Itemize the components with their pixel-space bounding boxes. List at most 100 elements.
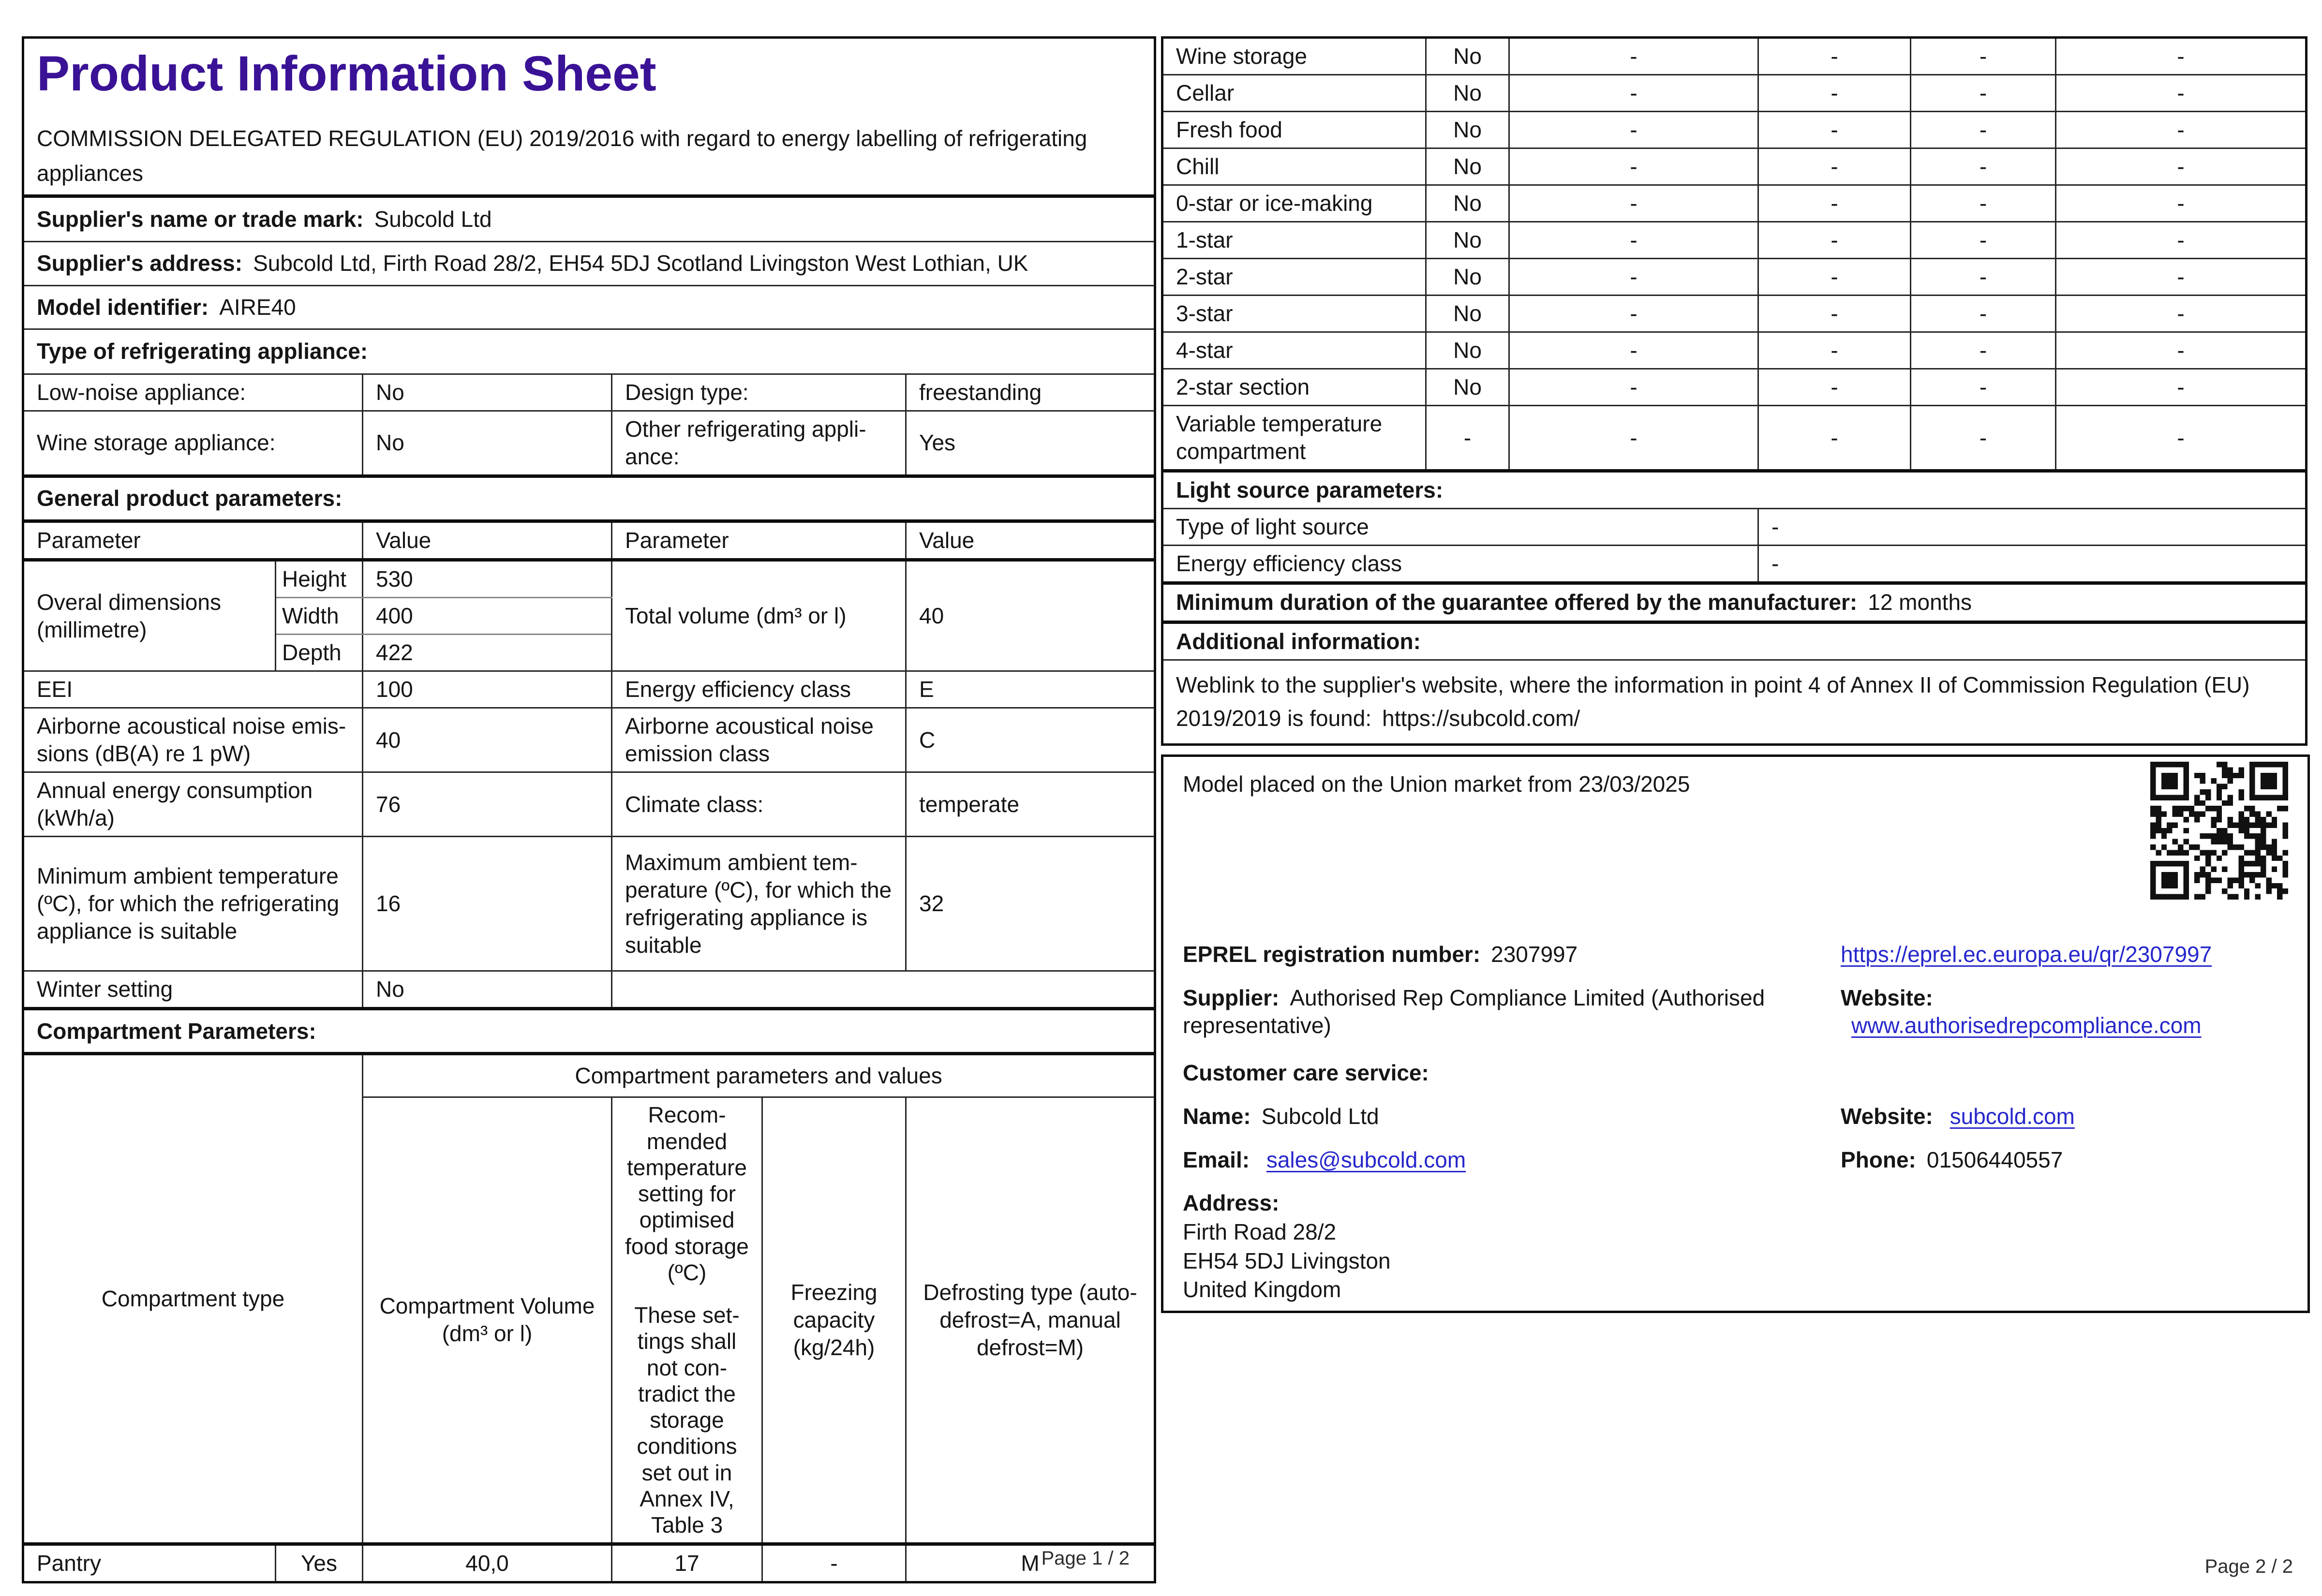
compartment-row-cell: -: [1757, 295, 1911, 333]
compartment-row-cell: -: [1508, 36, 1759, 76]
climate-class-value: temperate: [905, 771, 1156, 838]
col-header-parameter-1: Parameter: [22, 519, 363, 561]
dimensions-label: Overal dimensions (millimetre): [22, 558, 276, 672]
compartment-row-cell: -: [1910, 148, 2056, 186]
design-type-label: Design type:: [611, 373, 907, 412]
compartment-row-cell: -: [1508, 221, 1759, 260]
compartment-row-label: Variable temperature compartment: [1161, 405, 1427, 472]
noise-label: Airborne acoustical noise emis­sions (dB…: [22, 707, 363, 773]
compartment-row-label: Fresh food: [1161, 111, 1427, 149]
annual-energy-value: 76: [362, 771, 612, 838]
table-row: 1-star No - - - -: [1161, 221, 2307, 260]
compartment-row-cell: -: [2055, 184, 2307, 223]
freezing-capacity-header: Freezing capacity (kg/24h): [761, 1096, 907, 1545]
table-row: 4-star No - - - -: [1161, 331, 2307, 370]
design-type-value: freestanding: [905, 373, 1156, 412]
compartment-row-cell: -: [1910, 258, 2056, 296]
compartment-row-cell: -: [2055, 74, 2307, 113]
guarantee-row: Minimum duration of the guarantee offere…: [1161, 581, 2307, 623]
compartment-row-cell: -: [1910, 221, 2056, 260]
compartment-row-cell: No: [1425, 74, 1510, 113]
guarantee-value: 12 months: [1868, 590, 1972, 615]
supplier-name-value: Subcold Ltd: [374, 206, 492, 232]
compartment-row-cell: -: [1757, 184, 1911, 223]
model-identifier-label: Model identifier:: [37, 294, 209, 320]
compartment-row-cell: -: [1508, 74, 1759, 113]
compartment-row-cell: -: [1757, 74, 1911, 113]
min-ambient-value: 16: [362, 836, 612, 972]
qr-code-icon: [2150, 762, 2288, 900]
address-line: EH54 5DJ Livingston: [1183, 1248, 1391, 1273]
compartment-section-header: Compartment Parameters:: [22, 1007, 1156, 1055]
dimension-height-label: Height: [275, 558, 363, 599]
compartment-row-cell: -: [1508, 405, 1759, 472]
page-2-lower: Model placed on the Union market from 23…: [1161, 754, 2310, 1313]
other-appliance-label: Other refrigerating appli­ance:: [611, 410, 907, 477]
supplier-address-row: Supplier's address: Subcold Ltd, Firth Ro…: [22, 240, 1156, 286]
eprel-link[interactable]: https://eprel.ec.europa.eu/qr/2307997: [1841, 942, 2212, 967]
compartment-row-cell: -: [1757, 221, 1911, 260]
compartment-row-cell: -: [2055, 148, 2307, 186]
customer-care-header: Customer care service:: [1183, 1060, 1429, 1085]
table-row: 3-star No - - - -: [1161, 295, 2307, 333]
compartment-row-label: 1-star: [1161, 221, 1427, 260]
compartment-row-cell: -: [2055, 221, 2307, 260]
other-appliance-value: Yes: [905, 410, 1156, 477]
supplier-name-label: Supplier's name or trade mark:: [37, 206, 364, 232]
compartment-row-label: Cellar: [1161, 74, 1427, 113]
col-header-value-1: Value: [362, 519, 612, 561]
climate-class-label: Climate class:: [611, 771, 907, 838]
supplier-address-value: Subcold Ltd, Firth Road 28/2, EH54 5DJ S…: [253, 251, 1028, 276]
website1-link[interactable]: www.authorisedrepcompliance.com: [1851, 1013, 2202, 1038]
weblink-text: Weblink to the supplier's website, where…: [1176, 672, 2250, 731]
table-row: Variable temperature compartment - - - -…: [1161, 405, 2307, 472]
weblink-row: Weblink to the supplier's website, where…: [1161, 659, 2307, 745]
compartment-row-cell: -: [2055, 405, 2307, 472]
compartment-row-cell: -: [1508, 368, 1759, 407]
compartment-row-cell: -: [1757, 36, 1911, 76]
website2-link[interactable]: subcold.com: [1950, 1104, 2075, 1129]
compartment-type-header: Compartment type: [22, 1052, 363, 1545]
compartment-row-label: 2-star section: [1161, 368, 1427, 407]
page2-footer: Page 2 / 2: [2204, 1556, 2293, 1577]
supplier-row: Supplier: Authorised Rep Compliance Limit…: [1183, 984, 1841, 1039]
winter-setting-label: Winter setting: [22, 970, 363, 1010]
compartment-row-cell: No: [1425, 295, 1510, 333]
table-row: Wine storage No - - - -: [1161, 36, 2307, 76]
compartment-row-cell: -: [1757, 405, 1911, 472]
eei-label: EEI: [22, 670, 363, 709]
defrosting-type-header: Defrosting type (auto-defrost=A, manual …: [905, 1096, 1156, 1545]
compartment-row-label: 2-star: [1161, 258, 1427, 296]
supplier-name-row: Supplier's name or trade mark: Subcold Lt…: [22, 194, 1156, 242]
market-placed-text: Model placed on the Union market from 23…: [1183, 771, 1690, 797]
compartment-row-cell: No: [1425, 368, 1510, 407]
table-row: Fresh food No - - - -: [1161, 111, 2307, 149]
light-class-label: Energy efficiency class: [1161, 545, 1759, 584]
noise-class-value: C: [905, 707, 1156, 773]
compartment-row-cell: -: [2055, 36, 2307, 76]
compartment-temp-header-line1: Recom­mended tempera­ture setting for op…: [625, 1102, 749, 1285]
compartment-row-cell: -: [2055, 331, 2307, 370]
email-label: Email:: [1183, 1147, 1250, 1172]
website1-label: Website:: [1841, 985, 1933, 1010]
compartment-row-cell: -: [1910, 36, 2056, 76]
max-ambient-label: Maximum ambient tem­perature (ºC), for w…: [611, 836, 907, 972]
dimension-height-value: 530: [362, 558, 612, 599]
general-section-header: General product parameters:: [22, 474, 1156, 522]
additional-section-header: Additional information:: [1161, 620, 2307, 661]
compartment-row-cell: -: [1508, 148, 1759, 186]
compartment-row-cell: -: [1910, 184, 2056, 223]
compartment-row-cell: -: [1757, 331, 1911, 370]
min-ambient-label: Minimum ambient tempera­ture (ºC), for w…: [22, 836, 363, 972]
light-source-section-header: Light source parameters:: [1161, 469, 2307, 510]
page2-table: Wine storage No - - - - Cellar No - - - …: [1161, 36, 2307, 746]
compartment-row-cell: -: [2055, 111, 2307, 149]
compartment-temp-header-line2: These set­tings shall not con­tradict th…: [634, 1302, 740, 1538]
page-2-upper: Wine storage No - - - - Cellar No - - - …: [1161, 36, 2307, 746]
type-section-header: Type of refrigerating appliance:: [22, 328, 1156, 375]
compartment-row-cell: No: [1425, 148, 1510, 186]
light-type-value: -: [1757, 508, 2307, 547]
wine-storage-label: Wine storage appliance:: [22, 410, 363, 477]
email-link[interactable]: sales@subcold.com: [1266, 1147, 1466, 1172]
noise-value: 40: [362, 707, 612, 773]
